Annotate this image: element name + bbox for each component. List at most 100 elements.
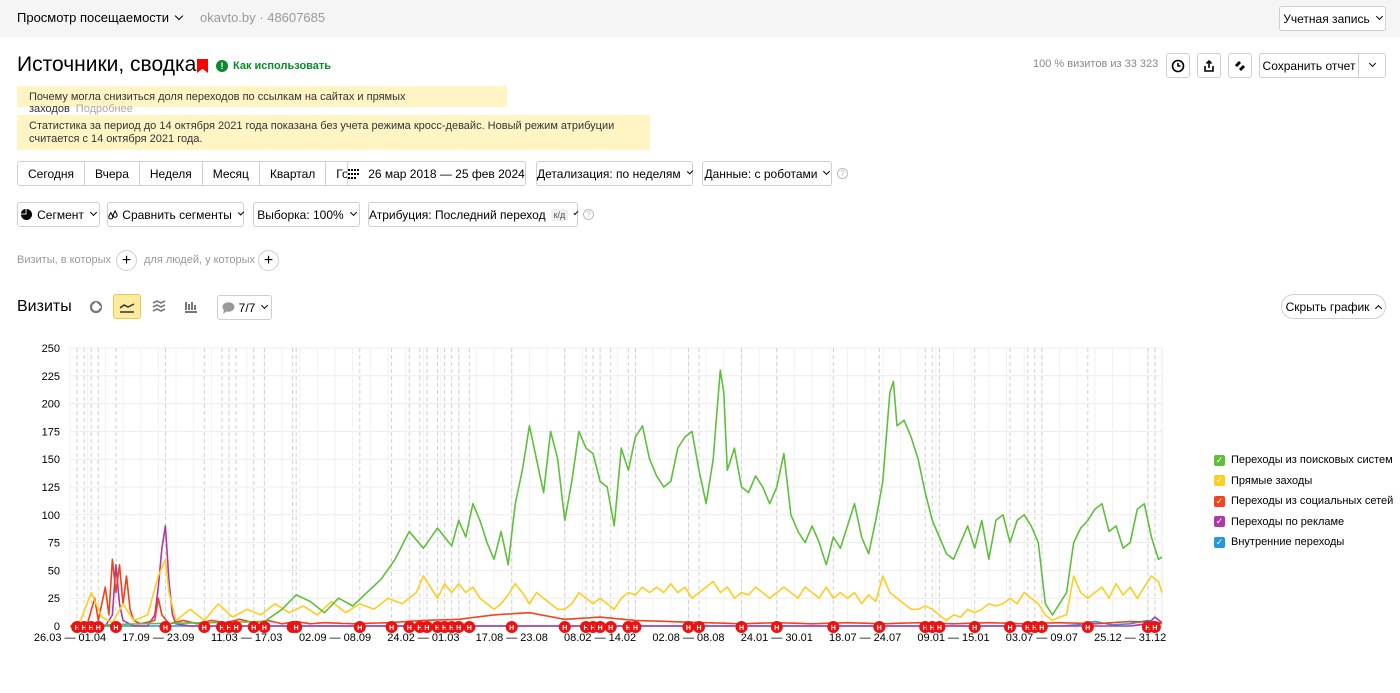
legend-checkbox[interactable]: ✓ — [1214, 536, 1225, 548]
compare-segments-button[interactable]: Сравнить сегменты — [107, 202, 245, 227]
annotation-marker[interactable]: Н — [682, 621, 695, 633]
chart-type-area[interactable] — [145, 294, 173, 319]
legend-checkbox[interactable]: ✓ — [1214, 516, 1225, 528]
how-to-use-link[interactable]: ! Как использовать — [216, 60, 331, 72]
annotation-marker[interactable]: Н — [873, 621, 886, 633]
legend-item-direct[interactable]: ✓ Прямые заходы — [1214, 471, 1393, 492]
chart-type-pie[interactable] — [82, 294, 110, 319]
chart-legend: ✓ Переходы из поисковых систем ✓ Прямые зах… — [1214, 450, 1393, 553]
drop-notice-more-link[interactable]: Подробнее — [76, 103, 133, 115]
annotation-marker[interactable]: Н — [353, 621, 366, 633]
annotation-marker[interactable]: Н — [693, 621, 705, 633]
annotations-toggle[interactable]: 7/7 — [217, 295, 272, 320]
period-quarter[interactable]: Квартал — [260, 162, 327, 185]
legend-checkbox[interactable]: ✓ — [1214, 495, 1225, 507]
legend-item-internal[interactable]: ✓ Внутренние переходы — [1214, 532, 1393, 553]
export-button[interactable] — [1197, 53, 1221, 78]
series-count: 7/7 — [238, 300, 256, 315]
annotation-marker[interactable]: Н — [159, 621, 172, 633]
annotation-marker[interactable]: Н — [770, 621, 783, 633]
account-label: Учетная запись — [1283, 11, 1370, 26]
legend-item-social[interactable]: ✓ Переходы из социальных сетей — [1214, 491, 1393, 512]
annotation-marker[interactable]: Н — [558, 621, 571, 633]
segment-button[interactable]: Сегмент — [17, 202, 100, 227]
annotation-marker[interactable]: Н — [463, 621, 476, 633]
chevron-down-icon — [686, 168, 694, 175]
y-tick-label: 150 — [42, 454, 60, 466]
x-tick-label: 03.07 — 09.07 — [1006, 632, 1078, 644]
x-tick-label: 26.03 — 01.04 — [34, 632, 106, 644]
annotation-marker[interactable]: Н — [403, 621, 416, 633]
annotation-marker[interactable]: Н — [247, 621, 260, 633]
period-month[interactable]: Месяц — [203, 162, 260, 185]
help-icon[interactable]: ? — [583, 209, 594, 220]
annotation-label: Н — [831, 625, 836, 632]
area-chart-icon — [152, 300, 166, 312]
attribution-notice: Статистика за период до 14 октября 2021 … — [17, 115, 650, 150]
save-report-dropdown[interactable] — [1358, 53, 1386, 78]
annotation-label: Н — [1007, 625, 1012, 632]
data-label: Данные: с роботами — [704, 166, 818, 181]
annotation-marker[interactable]: Н — [735, 621, 748, 633]
legend-item-ads[interactable]: ✓ Переходы по рекламе — [1214, 512, 1393, 533]
legend-item-search[interactable]: ✓ Переходы из поисковых систем — [1214, 450, 1393, 471]
save-report-label: Сохранить отчет — [1262, 58, 1356, 73]
annotation-marker[interactable]: Н — [92, 621, 105, 633]
annotation-marker[interactable]: Н — [933, 621, 946, 633]
annotation-marker[interactable]: Н — [1035, 621, 1048, 633]
annotation-marker[interactable]: Н — [109, 621, 122, 633]
history-button[interactable] — [1166, 53, 1190, 78]
chevron-up-icon — [1375, 304, 1383, 312]
annotation-marker[interactable]: Н — [385, 621, 398, 633]
legend-checkbox[interactable]: ✓ — [1214, 454, 1225, 466]
annotation-marker[interactable]: Н — [258, 621, 271, 633]
chart-type-bar[interactable] — [177, 294, 205, 319]
period-yesterday[interactable]: Вчера — [85, 162, 140, 185]
attribution-notice-line2: считается с 14 октября 2021 года. — [29, 133, 203, 145]
add-visit-condition-button[interactable]: + — [116, 250, 137, 271]
annotation-marker[interactable]: Н — [1148, 621, 1161, 633]
detail-dropdown[interactable]: Детализация: по неделям — [536, 161, 694, 186]
save-report-button[interactable]: Сохранить отчет — [1259, 53, 1359, 78]
annotation-marker[interactable]: Н — [420, 621, 433, 633]
site-domain: okavto.by — [200, 10, 256, 25]
annotation-marker[interactable]: Н — [1004, 621, 1016, 633]
legend-checkbox[interactable]: ✓ — [1214, 475, 1225, 487]
account-button[interactable]: Учетная запись — [1279, 6, 1386, 31]
x-tick-label: 11.03 — 17.03 — [211, 632, 282, 644]
annotation-marker[interactable]: Н — [230, 621, 243, 633]
hide-chart-button[interactable]: Скрыть график — [1281, 294, 1386, 319]
annotation-marker[interactable]: Н — [629, 621, 642, 633]
period-today[interactable]: Сегодня — [18, 162, 85, 185]
annotation-marker[interactable]: Н — [594, 621, 607, 633]
help-icon[interactable]: ? — [837, 168, 848, 179]
annotation-marker[interactable]: Н — [1081, 621, 1094, 633]
date-range-picker[interactable]: 26 мар 2018 — 25 фев 2024 — [347, 161, 526, 186]
app-switcher[interactable]: Просмотр посещаемости — [17, 10, 184, 25]
annotation-marker[interactable]: Н — [198, 621, 211, 633]
attribution-dropdown[interactable]: Атрибуция: Последний переход к/д — [368, 202, 579, 227]
x-tick-label: 09.01 — 15.01 — [917, 632, 989, 644]
annotation-marker[interactable]: Н — [604, 621, 617, 633]
annotation-label: Н — [357, 625, 362, 632]
period-week[interactable]: Неделя — [140, 162, 203, 185]
annotation-marker[interactable]: Н — [827, 621, 840, 633]
share-button[interactable] — [1228, 53, 1252, 78]
chart-type-line[interactable] — [113, 294, 141, 319]
bookmark-icon[interactable] — [197, 59, 208, 73]
add-user-condition-button[interactable]: + — [258, 250, 279, 271]
annotation-marker[interactable]: Н — [452, 621, 465, 633]
line-chart-icon — [119, 302, 135, 313]
data-dropdown[interactable]: Данные: с роботами — [702, 161, 832, 186]
annotation-label: Н — [739, 625, 744, 632]
x-tick-label: 08.02 — 14.02 — [564, 632, 636, 644]
annotation-label: Н — [562, 625, 567, 632]
annotation-marker[interactable]: Н — [968, 621, 981, 633]
legend-label: Переходы из поисковых систем — [1231, 454, 1393, 467]
sample-dropdown[interactable]: Выборка: 100% — [253, 202, 360, 227]
annotation-label: Н — [163, 625, 168, 632]
y-tick-label: 125 — [42, 482, 60, 494]
annotation-marker[interactable]: Н — [290, 621, 303, 633]
clock-icon — [1171, 59, 1185, 72]
annotation-marker[interactable]: Н — [505, 621, 518, 633]
